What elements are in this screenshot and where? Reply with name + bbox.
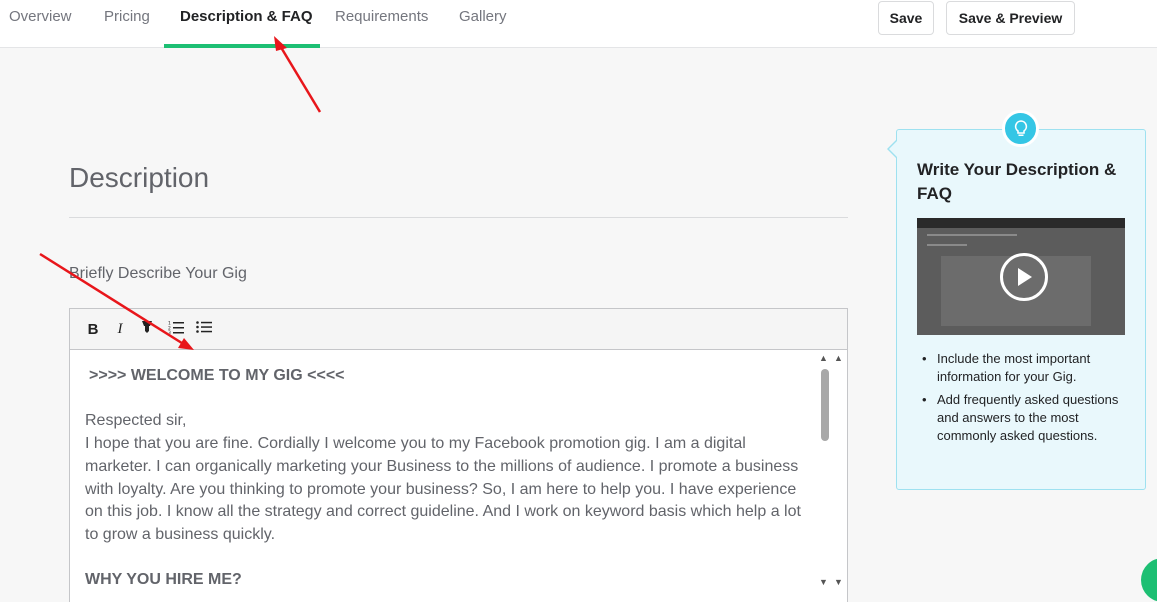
lightbulb-icon [1002, 110, 1039, 147]
active-tab-indicator [164, 44, 320, 48]
video-line [927, 244, 967, 246]
tip-title: Write Your Description & FAQ [917, 160, 1117, 203]
tip-list: Include the most important information f… [919, 350, 1129, 450]
bullet-list-button[interactable] [193, 317, 215, 341]
scroll-up-arrow[interactable]: ▲ [819, 353, 828, 363]
scrollbar-thumb[interactable] [821, 369, 829, 441]
scroll-up-arrow[interactable]: ▲ [834, 353, 843, 363]
play-icon[interactable] [1000, 253, 1048, 301]
section-divider [69, 217, 848, 218]
top-nav-bar: Overview Pricing Description & FAQ Requi… [0, 0, 1157, 48]
field-label: Briefly Describe Your Gig [69, 265, 247, 282]
tab-description-faq[interactable]: Description & FAQ [180, 0, 313, 48]
editor-blank-line [85, 547, 803, 570]
scroll-down-arrow[interactable]: ▼ [819, 577, 828, 587]
scroll-down-arrow[interactable]: ▼ [834, 577, 843, 587]
tip-bullet: Add frequently asked questions and answe… [919, 391, 1129, 445]
floating-help-button[interactable] [1141, 558, 1157, 602]
editor-paragraph: WHY YOU HIRE ME? [85, 571, 242, 589]
editor-scrollbar[interactable]: ▲ ▲ ▼ ▼ [818, 351, 847, 602]
section-title: Description [69, 162, 210, 193]
save-preview-button[interactable]: Save & Preview [946, 1, 1075, 35]
highlight-button[interactable] [136, 317, 158, 341]
editor-paragraph: I hope that you are fine. Cordially I we… [85, 435, 801, 543]
save-button[interactable]: Save [878, 1, 934, 35]
tab-overview[interactable]: Overview [9, 0, 72, 48]
editor-blank-line [85, 388, 803, 411]
tab-gallery[interactable]: Gallery [459, 0, 507, 48]
tip-bullet: Include the most important information f… [919, 350, 1129, 386]
tutorial-video[interactable] [917, 218, 1125, 335]
tip-card: Write Your Description & FAQ Include the… [896, 129, 1146, 490]
bold-button[interactable]: B [82, 317, 104, 341]
marker-icon [140, 320, 154, 339]
italic-button[interactable]: I [109, 317, 131, 341]
video-line [927, 234, 1017, 236]
tip-pointer-fill [889, 141, 897, 157]
editor-paragraph: Respected sir, [85, 412, 187, 430]
editor-text-area[interactable]: >>>> WELCOME TO MY GIG <<<< Respected si… [70, 351, 818, 602]
video-header-bar [917, 218, 1125, 228]
description-editor: B I 123 >>>> WELCOME TO MY GIG <<<< Resp… [69, 308, 848, 602]
ordered-list-icon: 123 [168, 320, 184, 339]
bullet-list-icon [196, 320, 212, 339]
editor-paragraph: >>>> WELCOME TO MY GIG <<<< [89, 367, 345, 384]
tab-pricing[interactable]: Pricing [104, 0, 150, 48]
tab-requirements[interactable]: Requirements [335, 0, 428, 48]
ordered-list-button[interactable]: 123 [165, 317, 187, 341]
svg-text:3: 3 [168, 330, 171, 334]
editor-toolbar: B I 123 [70, 309, 847, 350]
